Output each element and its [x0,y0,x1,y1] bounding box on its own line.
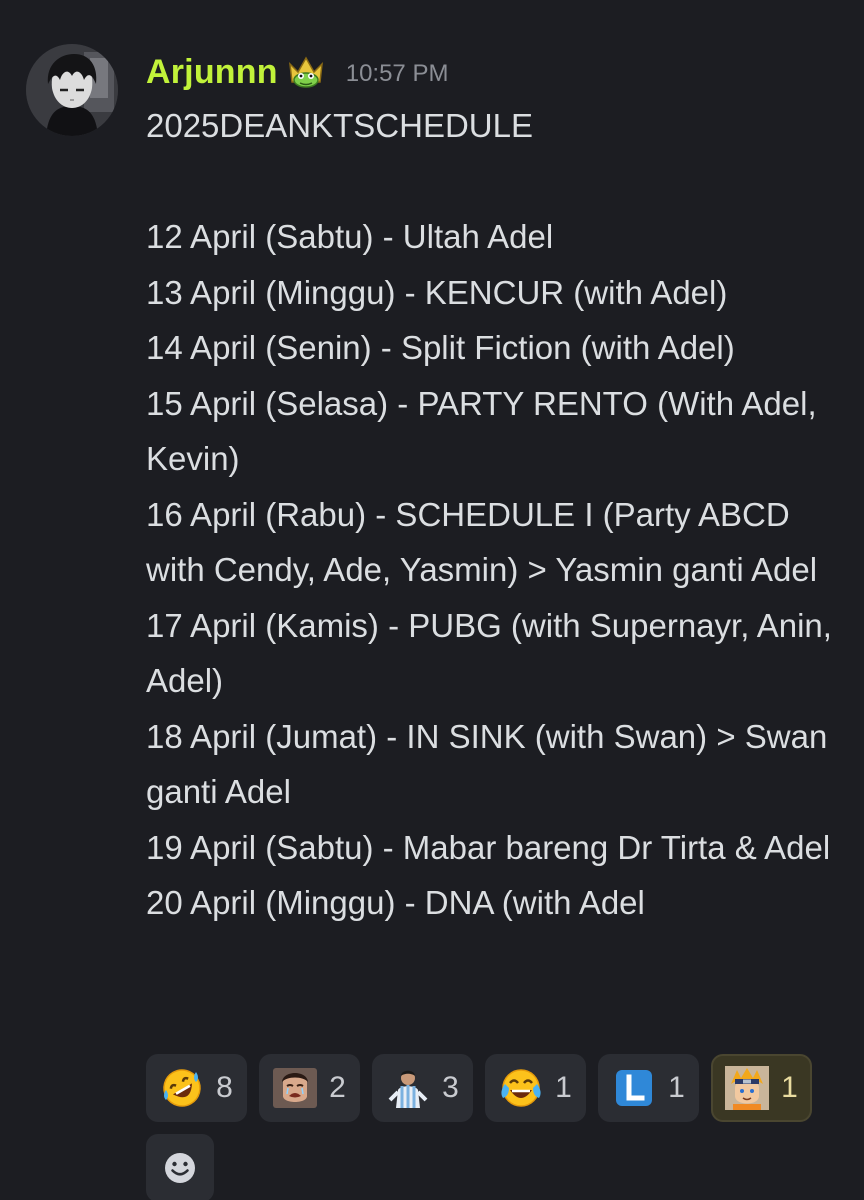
reaction-count: 3 [442,1071,459,1104]
schedule-title: 2025DEANKTSCHEDULE [146,107,533,144]
reaction-count: 2 [329,1071,346,1104]
schedule-line: 12 April (Sabtu) - Ultah Adel [146,218,554,255]
reaction-count: 1 [781,1071,798,1104]
message-header: Arjunnn 10:57 PM [146,50,448,94]
author-name[interactable]: Arjunnn [146,53,278,92]
schedule-line: 13 April (Minggu) - KENCUR (with Adel) [146,273,728,311]
crown-frog-icon [286,54,326,90]
joy-emoji-icon [499,1066,543,1110]
soccer-player-sticker-icon [386,1066,430,1110]
schedule-line: 16 April (Rabu) - SCHEDULE I (Party ABCD… [146,495,818,589]
reaction-count: 1 [555,1071,572,1104]
reaction-naruto[interactable]: 1 [711,1054,812,1122]
add-reaction-button[interactable] [146,1134,214,1200]
message-timestamp: 10:57 PM [345,60,449,87]
crying-person-sticker-icon [273,1066,318,1110]
schedule-line: 17 April (Kamis) - PUBG (with Supernayr,… [146,606,832,700]
reaction-crying-person[interactable]: 2 [259,1054,360,1122]
author-avatar[interactable] [26,44,118,136]
schedule-line: 20 April (Minggu) - DNA (with Adel [146,884,645,921]
reaction-joy[interactable]: 1 [485,1054,586,1122]
reaction-count: 8 [216,1071,233,1104]
reaction-count: 1 [668,1071,685,1104]
schedule-line: 19 April (Sabtu) - Mabar bareng Dr Tirta… [146,828,831,866]
chat-message: Arjunnn 10:57 PM 2025DEANKTSCHEDULE 12 A… [0,0,864,1200]
reaction-letter-l[interactable]: 1 [598,1054,699,1122]
rofl-emoji-icon [160,1066,204,1110]
avatar-image [26,44,118,136]
reaction-rofl[interactable]: 8 [146,1054,247,1122]
schedule-line: 18 April (Jumat) - IN SINK (with Swan) >… [146,717,828,811]
schedule-line: 14 April (Senin) - Split Fiction (with A… [146,329,735,366]
reactions-bar: 8 2 3 1 1 1 [146,1054,846,1200]
naruto-sticker-icon [725,1066,770,1110]
smiley-add-reaction-icon [165,1153,195,1183]
message-content: 2025DEANKTSCHEDULE 12 April (Sabtu) - Ul… [146,98,846,931]
letter-l-emoji-icon [612,1066,656,1110]
reaction-soccer-player[interactable]: 3 [372,1054,473,1122]
schedule-line: 15 April (Selasa) - PARTY RENTO (With Ad… [146,384,817,478]
